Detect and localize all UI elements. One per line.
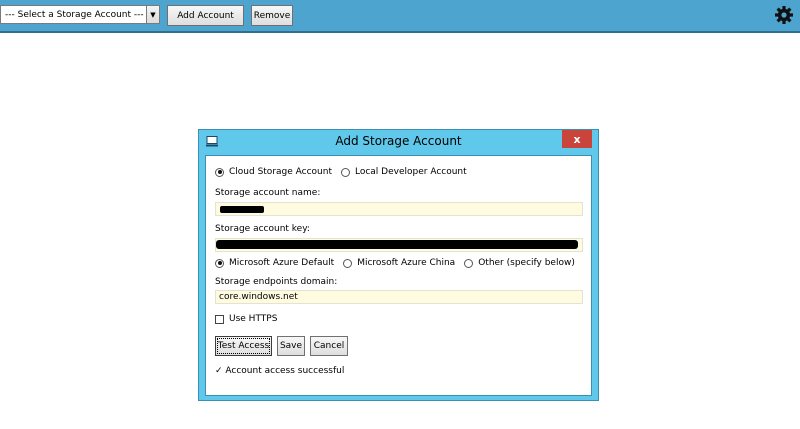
radio-cloud-storage-account[interactable]: Cloud Storage Account <box>215 167 332 177</box>
close-icon[interactable]: x <box>573 133 580 146</box>
radio-label: Cloud Storage Account <box>229 167 332 177</box>
redaction-mark <box>220 206 264 213</box>
use-https-option[interactable]: Use HTTPS <box>215 314 277 324</box>
radio-unselected-icon[interactable] <box>343 258 353 268</box>
use-https-checkbox[interactable] <box>215 314 224 324</box>
storage-account-key-label: Storage account key: <box>215 224 310 234</box>
storage-endpoints-domain-value: core.windows.net <box>219 292 298 302</box>
radio-selected-icon[interactable] <box>215 258 224 268</box>
storage-account-name-label: Storage account name: <box>215 188 321 198</box>
redaction-mark <box>216 240 578 249</box>
radio-label: Microsoft Azure China <box>357 258 456 268</box>
radio-unselected-icon[interactable] <box>340 167 350 177</box>
remove-button[interactable]: Remove <box>251 5 293 26</box>
dialog-body: Cloud Storage Account Local Developer Ac… <box>205 155 592 396</box>
radio-microsoft-azure-china[interactable]: Microsoft Azure China <box>343 258 455 268</box>
radio-selected-icon[interactable] <box>215 167 224 177</box>
use-https-label: Use HTTPS <box>229 314 278 324</box>
storage-account-name-input[interactable] <box>215 202 583 216</box>
azure-environment-group: Microsoft Azure Default Microsoft Azure … <box>215 258 584 268</box>
radio-label: Microsoft Azure Default <box>229 258 335 268</box>
dialog-titlebar[interactable]: Add Storage Account x <box>199 130 598 154</box>
access-status-message: ✓ Account access successful <box>215 366 345 376</box>
add-account-button[interactable]: Add Account <box>167 5 244 26</box>
add-storage-account-dialog: Add Storage Account x Cloud Storage Acco… <box>198 129 599 401</box>
cancel-button[interactable]: Cancel <box>310 336 348 356</box>
radio-label: Local Developer Account <box>354 167 467 177</box>
test-access-button[interactable]: Test Access <box>215 336 272 356</box>
gear-icon[interactable] <box>774 5 794 25</box>
radio-microsoft-azure-default[interactable]: Microsoft Azure Default <box>215 258 334 268</box>
radio-local-developer-account[interactable]: Local Developer Account <box>340 167 467 177</box>
storage-account-select[interactable]: --- Select a Storage Account --- ▼ <box>0 5 160 24</box>
radio-other-specify-below[interactable]: Other (specify below) <box>464 258 575 268</box>
storage-endpoints-domain-label: Storage endpoints domain: <box>215 277 338 287</box>
account-type-group: Cloud Storage Account Local Developer Ac… <box>215 167 476 177</box>
storage-account-select-value: --- Select a Storage Account --- <box>5 9 144 20</box>
dialog-title: Add Storage Account <box>335 134 462 148</box>
top-toolbar: --- Select a Storage Account --- ▼ Add A… <box>0 0 800 33</box>
radio-unselected-icon[interactable] <box>464 258 474 268</box>
storage-endpoints-domain-input[interactable]: core.windows.net <box>215 290 583 304</box>
chevron-down-icon[interactable]: ▼ <box>146 6 159 23</box>
radio-label: Other (specify below) <box>478 258 575 268</box>
close-button[interactable]: x <box>562 130 592 148</box>
save-button[interactable]: Save <box>277 336 305 356</box>
